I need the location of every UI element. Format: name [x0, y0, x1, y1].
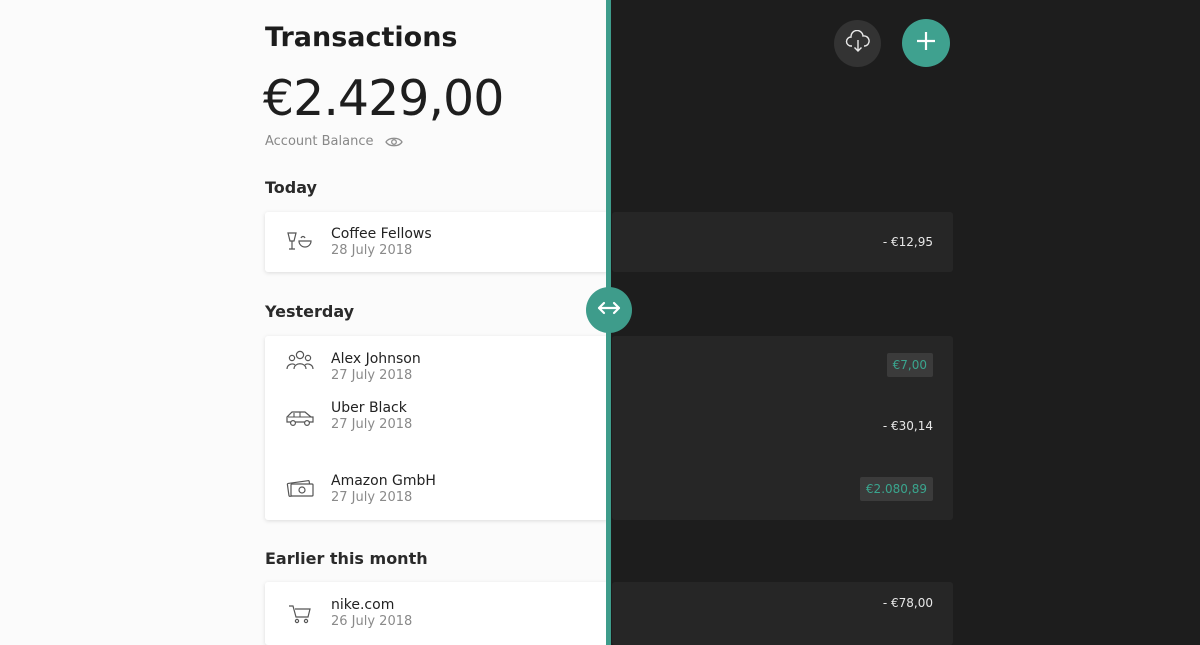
account-balance-label-row: Account Balance: [265, 134, 404, 149]
car-icon: [285, 406, 315, 430]
money-icon: [285, 476, 315, 500]
transaction-amount: - €12,95: [882, 235, 933, 249]
eye-icon[interactable]: [385, 135, 404, 149]
account-balance: €2.429,00: [263, 70, 504, 127]
transaction-text: nike.com 26 July 2018: [331, 597, 412, 629]
transaction-text: Coffee Fellows 28 July 2018: [331, 226, 432, 258]
transaction-name: Coffee Fellows: [331, 226, 432, 242]
transaction-date: 27 July 2018: [331, 368, 413, 383]
transaction-name: Amazon GmbH: [331, 473, 436, 489]
transaction-name: Alex Johnson: [331, 351, 421, 367]
transaction-amount: €2.080,89: [859, 477, 933, 501]
account-balance-label: Account Balance: [265, 134, 374, 149]
transaction-text[interactable]: Uber Black 27 July 2018: [331, 400, 412, 432]
transaction-date: 26 July 2018: [331, 614, 413, 629]
transaction-date: 27 July 2018: [331, 417, 413, 432]
people-icon: [285, 348, 315, 372]
dark-theme-panel: [608, 0, 1200, 645]
section-heading-earlier: Earlier this month: [265, 549, 428, 568]
section-heading-today: Today: [265, 178, 317, 197]
add-transaction-button[interactable]: [902, 19, 950, 67]
download-button[interactable]: [834, 20, 881, 67]
transaction-date: 28 July 2018: [331, 243, 413, 258]
transaction-card[interactable]: Coffee Fellows 28 July 2018: [265, 212, 608, 272]
section-heading-yesterday: Yesterday: [265, 302, 355, 321]
transaction-card[interactable]: nike.com 26 July 2018: [265, 582, 608, 645]
transaction-card-dark: €7,00 - €30,14 €2.080,89: [612, 336, 953, 520]
left-right-arrow-icon: [596, 300, 622, 320]
transaction-name: Uber Black: [331, 400, 407, 416]
page-title: Transactions: [265, 22, 458, 53]
transaction-date: 27 July 2018: [331, 490, 413, 505]
transaction-amount: - €78,00: [882, 596, 933, 610]
transaction-text[interactable]: Alex Johnson 27 July 2018: [331, 351, 421, 383]
cart-icon: [285, 602, 315, 626]
transaction-text[interactable]: Amazon GmbH 27 July 2018: [331, 473, 436, 505]
transaction-amount: - €30,14: [882, 419, 933, 433]
cloud-download-icon: [845, 29, 871, 58]
transaction-card-dark: - €78,00: [612, 582, 953, 645]
coffee-icon: [285, 230, 315, 254]
compare-slider-handle[interactable]: [586, 287, 632, 333]
transaction-name: nike.com: [331, 597, 395, 613]
transaction-amount: €7,00: [886, 353, 933, 377]
transaction-card: Alex Johnson 27 July 2018 Uber Black 27 …: [265, 336, 608, 520]
plus-icon: [915, 30, 937, 56]
transaction-card-dark: - €12,95: [612, 212, 953, 272]
